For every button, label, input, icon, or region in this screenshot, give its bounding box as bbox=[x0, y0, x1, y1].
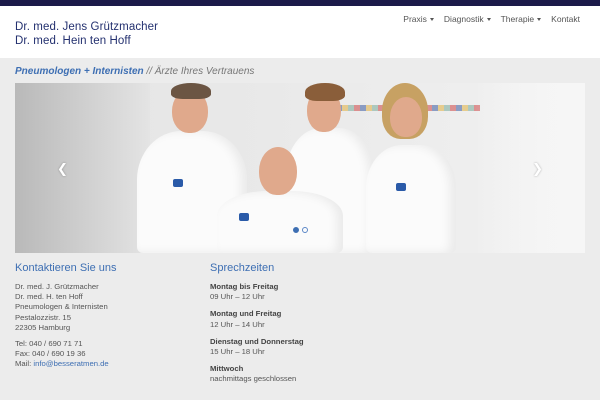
image-slider[interactable]: ❮ ❯ bbox=[15, 83, 585, 253]
slider-dot-1[interactable] bbox=[293, 227, 299, 233]
contact-line: Dr. med. J. Grützmacher bbox=[15, 282, 99, 291]
caret-down-icon bbox=[486, 18, 491, 21]
slide-fade-right bbox=[475, 83, 585, 253]
contact-heading: Kontaktieren Sie uns bbox=[15, 262, 117, 274]
mail-label: Mail: bbox=[15, 359, 34, 369]
slider-prev-button[interactable]: ❮ bbox=[57, 161, 68, 177]
site-header: Dr. med. Jens Grützmacher Dr. med. Hein … bbox=[0, 6, 600, 58]
contact-mail-row: Mail: info@besseratmen.de bbox=[15, 359, 117, 369]
contact-line: Pneumologen & Internisten bbox=[15, 302, 108, 312]
email-link[interactable]: info@besseratmen.de bbox=[33, 359, 108, 368]
hours-time: nachmittags geschlossen bbox=[210, 374, 297, 384]
contact-phone: Tel: 040 / 690 71 71 bbox=[15, 339, 83, 349]
hours-time: 15 Uhr – 18 Uhr bbox=[210, 347, 265, 357]
contact-section: Kontaktieren Sie uns Dr. med. J. Grützma… bbox=[15, 262, 117, 370]
nav-label: Diagnostik bbox=[443, 14, 484, 24]
hours-time: 09 Uhr – 12 Uhr bbox=[210, 292, 265, 302]
slide-background-left bbox=[15, 83, 150, 253]
slider-dot-2[interactable] bbox=[302, 227, 308, 233]
nav-item-diagnostik[interactable]: Diagnostik bbox=[444, 14, 491, 24]
hours-heading: Sprechzeiten bbox=[210, 262, 275, 274]
tagline: Pneumologen + Internisten // Ärzte Ihres… bbox=[15, 66, 254, 77]
chevron-right-icon: ❯ bbox=[532, 161, 543, 176]
hours-section: Sprechzeiten Montag bis Freitag 09 Uhr –… bbox=[210, 262, 304, 385]
contact-line: Dr. med. H. ten Hoff bbox=[15, 292, 83, 302]
contact-fax: Fax: 040 / 690 19 36 bbox=[15, 349, 86, 359]
tagline-accent: Pneumologen + Internisten bbox=[15, 66, 144, 77]
team-photo-person-2 bbox=[215, 83, 345, 253]
hours-days: Montag bis Freitag bbox=[210, 282, 279, 291]
hours-time: 12 Uhr – 14 Uhr bbox=[210, 319, 265, 329]
nav-item-therapie[interactable]: Therapie bbox=[501, 14, 542, 24]
nav-item-kontakt[interactable]: Kontakt bbox=[551, 14, 580, 24]
nav-label: Praxis bbox=[403, 14, 427, 24]
contact-line: Pestalozzistr. 15 bbox=[15, 312, 71, 322]
slider-pagination bbox=[293, 227, 308, 233]
nav-label: Therapie bbox=[500, 14, 535, 24]
nav-label: Kontakt bbox=[551, 14, 580, 24]
slider-next-button[interactable]: ❯ bbox=[532, 161, 543, 177]
brand-name-1: Dr. med. Jens Grützmacher bbox=[15, 21, 159, 33]
contact-line: 22305 Hamburg bbox=[15, 322, 71, 332]
caret-down-icon bbox=[429, 18, 434, 21]
nav-item-praxis[interactable]: Praxis bbox=[403, 14, 434, 24]
chevron-left-icon: ❮ bbox=[57, 161, 68, 176]
hours-days: Montag und Freitag bbox=[210, 309, 282, 319]
hours-days: Dienstag und Donnerstag bbox=[210, 336, 304, 346]
tagline-rest: // Ärzte Ihres Vertrauens bbox=[143, 66, 255, 77]
site-brand[interactable]: Dr. med. Jens Grützmacher Dr. med. Hein … bbox=[15, 20, 158, 48]
main-nav: Praxis Diagnostik Therapie Kontakt bbox=[403, 14, 580, 24]
hours-days: Mittwoch bbox=[210, 364, 244, 374]
brand-name-2: Dr. med. Hein ten Hoff bbox=[15, 35, 131, 47]
team-photo-person-4 bbox=[360, 83, 460, 253]
caret-down-icon bbox=[537, 18, 542, 21]
